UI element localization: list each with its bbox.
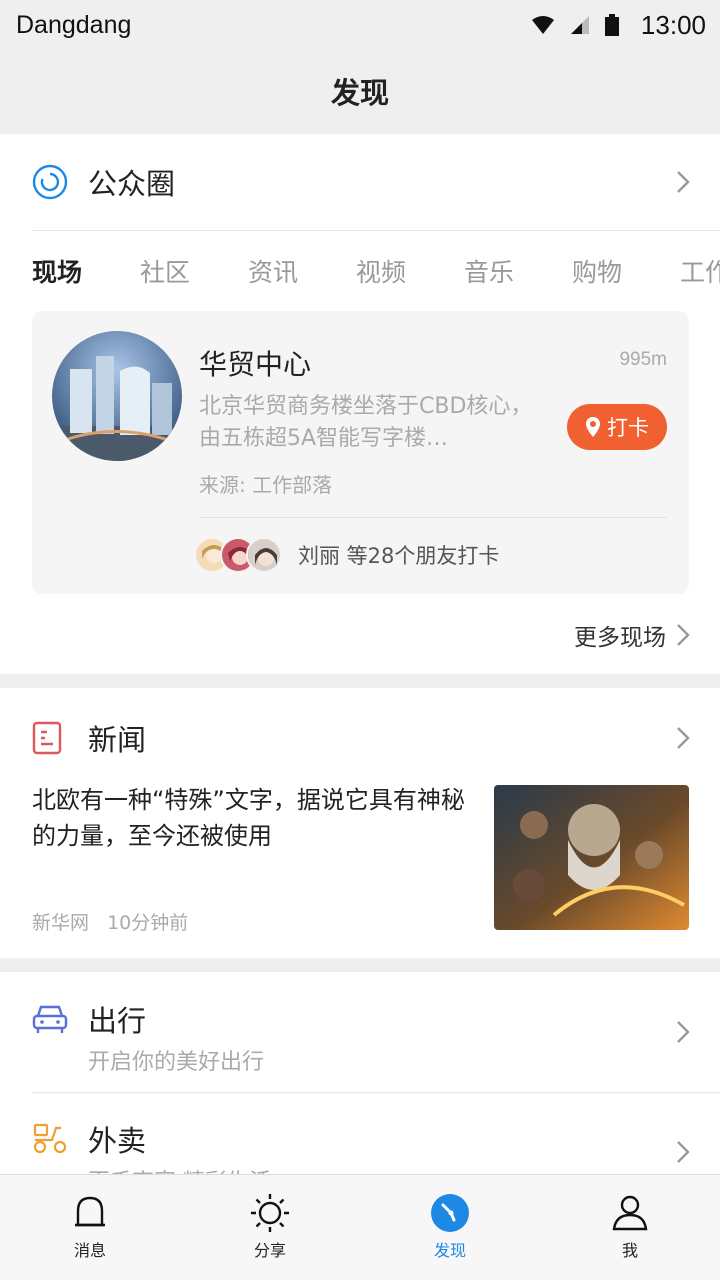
moments-circle-icon: [32, 164, 68, 200]
navigation-bar: 发现: [0, 50, 720, 132]
tab-community[interactable]: 社区: [140, 253, 248, 289]
news-headline[interactable]: 北欧有一种“特殊”文字，据说它具有神秘的力量，至今还被使用: [32, 782, 472, 854]
scene-distance: 995m: [619, 349, 667, 370]
service-subtitle: 百千商家 精彩生活: [88, 1164, 271, 1174]
tab-label: 分享: [253, 1241, 286, 1260]
news-header[interactable]: 新闻: [0, 688, 720, 788]
tab-me[interactable]: 我: [540, 1175, 720, 1280]
location-pin-icon: [586, 417, 600, 437]
divider: [199, 517, 667, 518]
bottom-tab-bar: 消息 分享 发现 我: [0, 1174, 720, 1280]
news-thumbnail[interactable]: [494, 785, 689, 930]
checkin-label: 打卡: [607, 416, 649, 440]
clock: 13:00: [640, 9, 706, 40]
page-title: 发现: [330, 76, 389, 110]
friends-checkin-text: 刘丽 等28个朋友打卡: [298, 544, 500, 568]
service-title: 外卖: [88, 1124, 147, 1158]
carrier-name: Dangdang: [16, 10, 132, 39]
more-scenes-link[interactable]: 更多现场: [574, 618, 690, 652]
checkin-button[interactable]: 打卡: [567, 404, 667, 450]
scene-card[interactable]: 华贸中心 995m 北京华贸商务楼坐落于CBD核心，由五栋超5A智能写字楼… 来…: [32, 311, 689, 594]
service-row-travel[interactable]: 出行 开启你的美好出行: [0, 974, 720, 1094]
tab-label: 我: [621, 1241, 638, 1260]
service-title: 出行: [88, 1004, 147, 1038]
scene-source: 来源: 工作部落: [199, 473, 333, 497]
moments-row[interactable]: 公众圈: [0, 134, 720, 230]
status-bar: Dangdang 13:00: [0, 0, 720, 50]
tab-shopping[interactable]: 购物: [572, 253, 680, 289]
tab-news[interactable]: 资讯: [248, 253, 356, 289]
battery-icon: [604, 14, 619, 36]
compass-icon: [431, 1194, 469, 1232]
tab-work[interactable]: 工作: [680, 253, 720, 289]
friends-checkin[interactable]: 刘丽 等28个朋友打卡: [194, 537, 499, 573]
tab-label: 发现: [433, 1241, 466, 1260]
chevron-right-icon: [677, 727, 690, 749]
scene-description: 北京华贸商务楼坐落于CBD核心，由五栋超5A智能写字楼…: [199, 394, 533, 451]
cellular-signal-icon: [570, 16, 589, 34]
news-meta: 新华网 10分钟前: [32, 908, 188, 935]
news-time: 10分钟前: [107, 912, 189, 934]
chevron-right-icon: [677, 1021, 690, 1043]
tab-messages[interactable]: 消息: [0, 1175, 180, 1280]
wifi-icon: [531, 16, 554, 34]
scene-name: 华贸中心: [199, 348, 312, 381]
chevron-right-icon: [677, 1141, 690, 1163]
news-title: 新闻: [88, 723, 147, 757]
tab-discover[interactable]: 发现: [360, 1175, 540, 1280]
news-document-icon: [32, 721, 62, 755]
car-icon: [32, 1005, 68, 1033]
tab-live[interactable]: 现场: [32, 253, 140, 289]
service-subtitle: 开启你的美好出行: [88, 1050, 265, 1075]
more-scenes-label: 更多现场: [574, 625, 666, 651]
moments-title: 公众圈: [88, 167, 176, 201]
bell-icon: [75, 1196, 105, 1227]
delivery-scooter-icon: [33, 1123, 67, 1154]
tab-label: 消息: [73, 1241, 106, 1260]
friend-avatar: [246, 537, 282, 573]
news-publisher: 新华网: [32, 912, 90, 934]
category-tabs: 现场 社区 资讯 视频 音乐 购物 工作: [0, 231, 720, 311]
chevron-right-icon: [677, 624, 690, 646]
tab-share[interactable]: 分享: [180, 1175, 360, 1280]
scene-photo: [52, 331, 182, 461]
tab-video[interactable]: 视频: [356, 253, 464, 289]
chevron-right-icon: [677, 171, 690, 193]
divider: [32, 1092, 720, 1093]
sun-icon: [251, 1194, 289, 1232]
service-row-delivery[interactable]: 外卖 百千商家 精彩生活: [0, 1094, 720, 1174]
tab-music[interactable]: 音乐: [464, 253, 572, 289]
person-icon: [612, 1195, 648, 1231]
